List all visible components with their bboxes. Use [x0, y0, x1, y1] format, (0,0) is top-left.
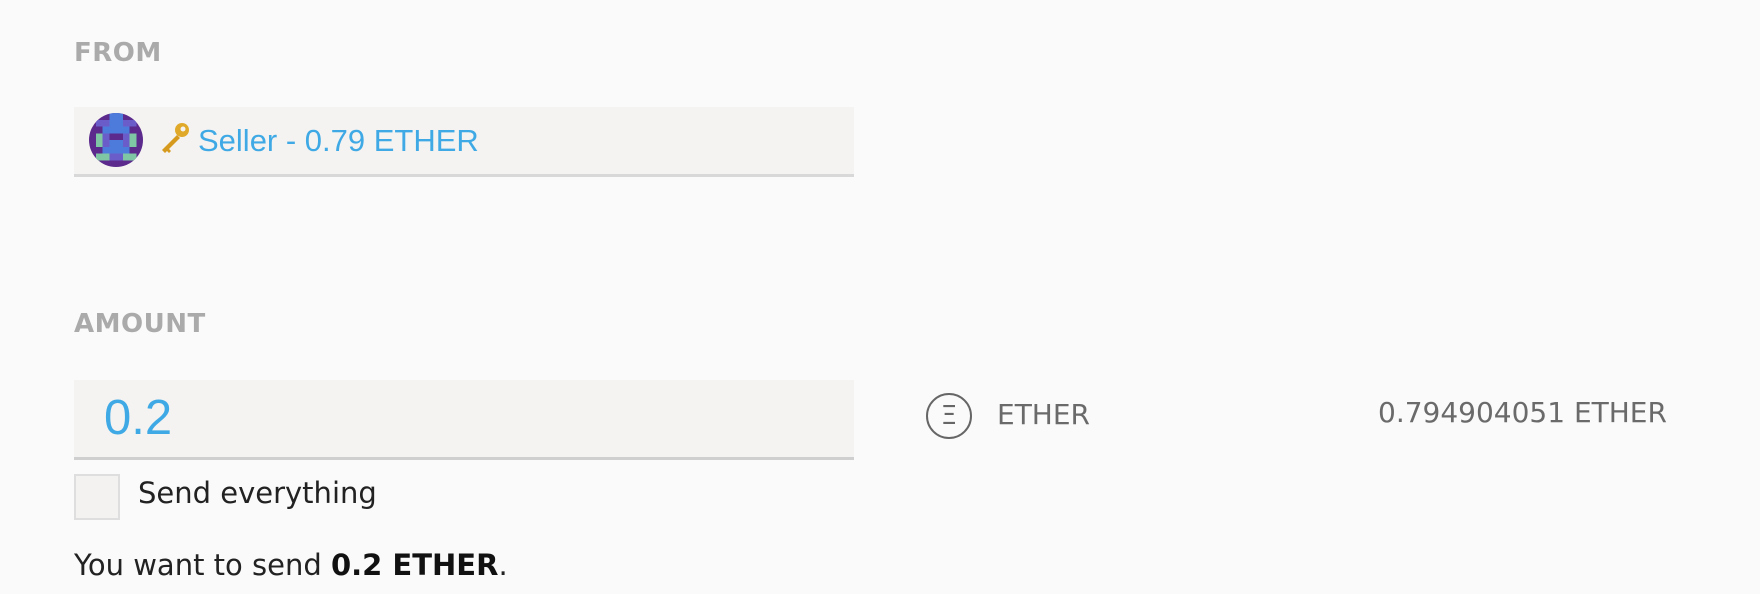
currency-name[interactable]: ETHER: [997, 398, 1090, 431]
amount-field[interactable]: [74, 380, 854, 460]
summary-suffix: .: [498, 548, 508, 582]
key-icon: [154, 119, 194, 159]
from-account-text: Seller - 0.79 ETHER: [198, 123, 479, 158]
account-balance: 0.794904051 ETHER: [1378, 396, 1667, 429]
send-everything-label[interactable]: Send everything: [138, 476, 377, 510]
from-account-select[interactable]: Seller - 0.79 ETHER: [74, 107, 854, 177]
identicon-avatar: [89, 113, 143, 167]
summary-prefix: You want to send: [74, 548, 331, 582]
send-summary: You want to send 0.2 ETHER.: [74, 548, 508, 582]
amount-label: AMOUNT: [74, 309, 206, 339]
send-everything-checkbox[interactable]: [74, 474, 120, 520]
amount-input[interactable]: [104, 388, 824, 448]
summary-amount: 0.2 ETHER: [330, 548, 499, 582]
ether-icon: Ξ: [926, 393, 972, 439]
from-label: FROM: [74, 38, 162, 68]
